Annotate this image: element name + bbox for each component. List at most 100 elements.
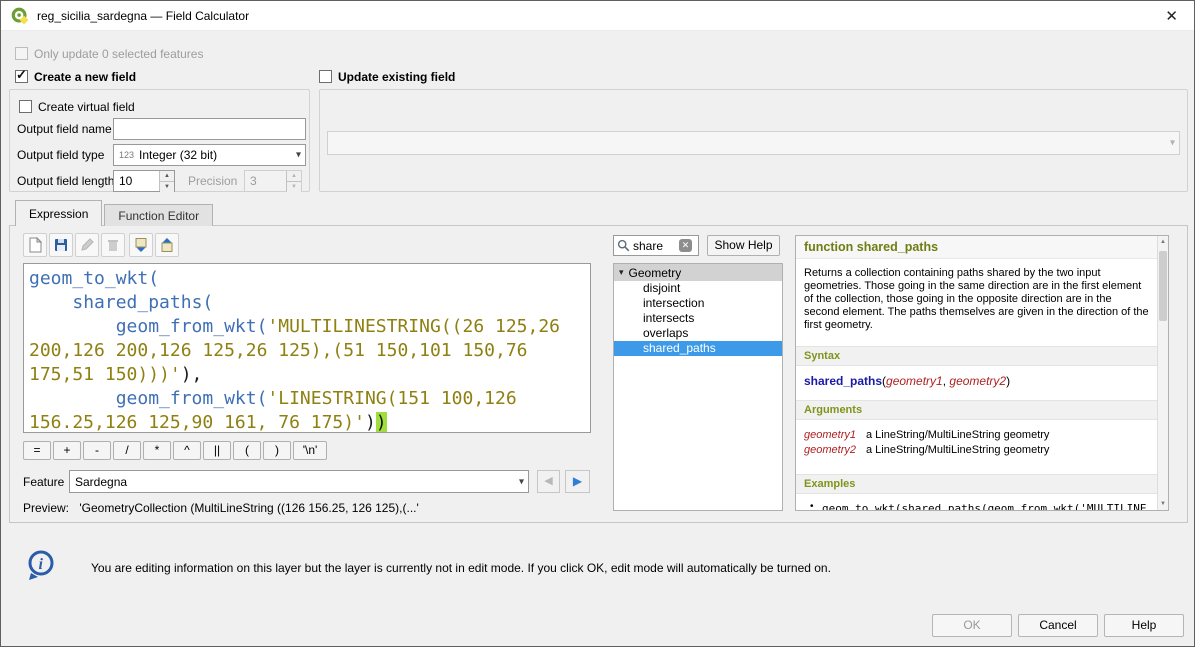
spin-up-icon[interactable]: ▲ (160, 171, 174, 182)
svg-text:i: i (39, 556, 44, 573)
help-description: Returns a collection containing paths sh… (804, 267, 1150, 332)
argument-row: geometry1a LineString/MultiLineString ge… (804, 428, 1150, 443)
arguments-header: Arguments (796, 400, 1158, 420)
syntax-paren-close: ) (1006, 374, 1010, 388)
output-field-length-spinner[interactable]: 10 ▲▼ (113, 170, 175, 192)
output-field-name-input[interactable] (113, 118, 306, 140)
example-code: geom_to_wkt(shared_paths(geom_from_wkt('… (822, 502, 1150, 511)
syntax-function-name: shared_paths (804, 374, 882, 388)
title-bar: reg_sicilia_sardegna — Field Calculator … (1, 1, 1194, 31)
syntax-header: Syntax (796, 346, 1158, 366)
expression-code: geom_to_wkt( shared_paths( geom_from_wkt… (29, 267, 590, 433)
check-icon: ✓ (16, 67, 27, 83)
help-scrollbar[interactable]: ▲ ▼ (1157, 236, 1168, 510)
field-calculator-dialog: reg_sicilia_sardegna — Field Calculator … (0, 0, 1195, 647)
scroll-up-icon[interactable]: ▲ (1158, 239, 1168, 245)
tab-function-editor-label: Function Editor (118, 209, 199, 223)
precision-value: 3 (245, 171, 286, 191)
newline-button[interactable]: '\n' (293, 441, 327, 460)
delete-expression-button[interactable] (101, 233, 125, 257)
only-update-checkbox[interactable] (15, 47, 28, 60)
preview-row: Preview: 'GeometryCollection (MultiLineS… (23, 501, 419, 515)
edit-mode-message: You are editing information on this laye… (91, 561, 831, 575)
argument-desc: a LineString/MultiLineString geometry (866, 429, 1049, 441)
info-icon: i (25, 549, 57, 583)
export-expressions-button[interactable] (155, 233, 179, 257)
syntax-line: shared_paths(geometry1, geometry2) (796, 366, 1158, 388)
edit-expression-button[interactable] (75, 233, 99, 257)
equals-button[interactable]: = (23, 441, 51, 460)
search-input[interactable] (633, 239, 679, 253)
scrollbar-thumb[interactable] (1159, 251, 1167, 321)
tree-item-intersection[interactable]: intersection (614, 296, 782, 311)
save-expression-button[interactable] (49, 233, 73, 257)
tab-function-editor[interactable]: Function Editor (104, 204, 213, 226)
next-feature-button[interactable]: ▶ (565, 470, 590, 493)
chevron-down-icon: ▾ (519, 476, 524, 487)
import-file-icon (133, 237, 149, 253)
tree-group-geometry[interactable]: ▾ Geometry (614, 264, 782, 281)
spin-up-icon: ▲ (287, 171, 301, 182)
tree-item-disjoint[interactable]: disjoint (614, 281, 782, 296)
clear-search-icon[interactable]: ✕ (679, 239, 692, 252)
output-field-length-label: Output field length (17, 174, 114, 188)
save-icon (53, 237, 69, 253)
ok-button[interactable]: OK (932, 614, 1012, 637)
clear-expression-button[interactable] (23, 233, 47, 257)
export-file-icon (159, 237, 175, 253)
power-button[interactable]: ^ (173, 441, 201, 460)
chevron-down-icon: ▾ (1170, 138, 1175, 149)
bullet-icon: • (810, 501, 814, 511)
syntax-arg1: geometry1 (886, 374, 943, 388)
tab-expression[interactable]: Expression (15, 200, 102, 226)
chevron-down-icon: ▾ (296, 150, 301, 161)
existing-field-combobox[interactable]: ▾ (327, 131, 1180, 155)
scroll-down-icon[interactable]: ▼ (1158, 501, 1168, 507)
argument-row: geometry2a LineString/MultiLineString ge… (804, 443, 1150, 458)
concat-button[interactable]: || (203, 441, 231, 460)
precision-label: Precision (188, 174, 237, 188)
create-new-field-label: Create a new field (34, 70, 136, 84)
plus-button[interactable]: + (53, 441, 81, 460)
function-help-panel: function shared_paths Returns a collecti… (795, 235, 1169, 511)
tree-item-intersects[interactable]: intersects (614, 311, 782, 326)
cancel-button[interactable]: Cancel (1018, 614, 1098, 637)
function-search-box[interactable]: ✕ (613, 235, 699, 256)
qgis-logo-icon (11, 7, 29, 25)
multiply-button[interactable]: * (143, 441, 171, 460)
argument-name: geometry2 (804, 443, 866, 458)
import-expressions-button[interactable] (129, 233, 153, 257)
trash-icon (105, 237, 121, 253)
help-button[interactable]: Help (1104, 614, 1184, 637)
spin-down-icon: ▼ (287, 182, 301, 192)
preview-label: Preview: (23, 501, 69, 515)
examples-header: Examples (796, 474, 1158, 494)
spin-down-icon[interactable]: ▼ (160, 182, 174, 192)
create-virtual-field-label: Create virtual field (38, 100, 135, 114)
expression-editor[interactable]: geom_to_wkt( shared_paths( geom_from_wkt… (23, 263, 591, 433)
feature-combobox[interactable]: Sardegna ▾ (69, 470, 529, 493)
example-item: • geom_to_wkt(shared_paths(geom_from_wkt… (796, 494, 1158, 511)
argument-desc: a LineString/MultiLineString geometry (866, 444, 1049, 456)
create-new-field-checkbox[interactable]: ✓ (15, 70, 28, 83)
close-paren-button[interactable]: ) (263, 441, 291, 460)
tree-item-shared-paths[interactable]: shared_paths (614, 341, 782, 356)
tree-item-overlaps[interactable]: overlaps (614, 326, 782, 341)
new-file-icon (27, 237, 43, 253)
open-paren-button[interactable]: ( (233, 441, 261, 460)
minus-button[interactable]: - (83, 441, 111, 460)
output-field-length-value: 10 (114, 171, 159, 191)
precision-spinner[interactable]: 3 ▲▼ (244, 170, 302, 192)
function-tree: ▾ Geometry disjoint intersection interse… (613, 263, 783, 511)
show-help-button[interactable]: Show Help (707, 235, 780, 256)
close-button[interactable]: ✕ (1159, 7, 1184, 25)
left-arrow-icon: ◀ (544, 475, 552, 487)
output-field-type-combobox[interactable]: 123 Integer (32 bit) ▾ (113, 144, 306, 166)
create-virtual-field-checkbox[interactable] (19, 100, 32, 113)
divide-button[interactable]: / (113, 441, 141, 460)
output-field-name-label: Output field name (17, 122, 112, 136)
feature-value: Sardegna (75, 475, 127, 489)
previous-feature-button[interactable]: ◀ (537, 470, 560, 493)
right-arrow-icon: ▶ (573, 474, 582, 488)
update-existing-field-checkbox[interactable] (319, 70, 332, 83)
